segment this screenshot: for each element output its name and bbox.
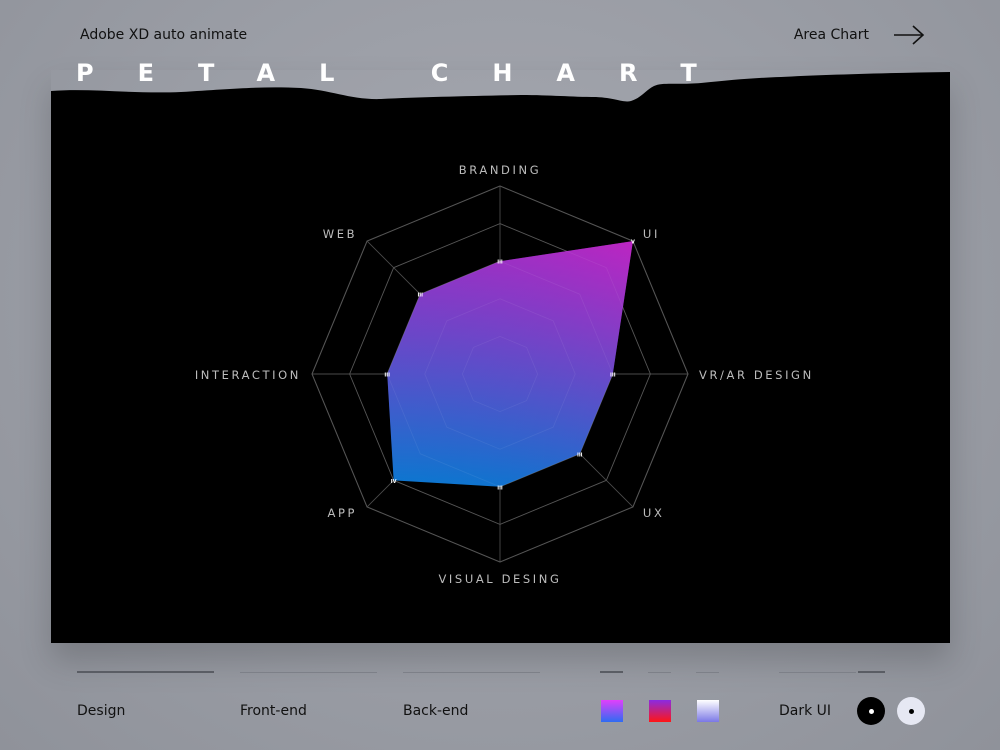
tab-back-end[interactable]: Back-end (403, 703, 468, 719)
axis-label-7: WEB (323, 227, 357, 241)
data-label-0: III (497, 260, 503, 266)
axis-label-1: UI (643, 227, 660, 241)
data-label-1: V (631, 240, 635, 246)
mode-indicator-dark (858, 671, 885, 673)
swatch-pink-blue[interactable] (601, 700, 623, 722)
dark-mode-toggle[interactable] (857, 697, 885, 725)
next-chart-link[interactable]: Area Chart (794, 24, 925, 46)
axis-label-5: APP (328, 506, 358, 520)
data-label-7: III (417, 293, 423, 299)
dark-mode-dot (868, 708, 874, 714)
footer-bar: Design Front-end Back-end Dark UI (0, 660, 1000, 750)
swatch-indicator-1 (600, 671, 623, 673)
data-label-6: III (384, 373, 390, 379)
swatch-indicator-3 (696, 672, 719, 673)
data-label-3: III (577, 452, 583, 458)
axis-label-3: UX (643, 506, 665, 520)
next-chart-label: Area Chart (793, 27, 869, 43)
axis-label-0: BRANDING (459, 163, 541, 177)
axis-label-6: INTERACTION (195, 368, 301, 382)
page-title: PETAL CHART (76, 59, 741, 87)
axis-label-2: VR/AR DESIGN (699, 368, 814, 382)
tab-indicator-frontend (240, 672, 377, 673)
data-label-2: III (610, 373, 616, 379)
data-label-4: III (497, 485, 503, 491)
tab-design[interactable]: Design (77, 703, 125, 719)
mode-indicator-light (779, 672, 856, 673)
light-mode-toggle[interactable] (897, 697, 925, 725)
chart-panel: III V III III III IV III III BRANDING UI VR/AR DE… (51, 70, 950, 643)
swatch-lavender[interactable] (697, 700, 719, 722)
swatch-indicator-2 (648, 672, 671, 673)
light-mode-dot (908, 708, 914, 714)
subtitle: Adobe XD auto animate (80, 27, 248, 43)
petal-chart: III V III III III IV III III BRANDING UI VR/AR DE… (51, 72, 950, 643)
arrow-right-icon (894, 25, 925, 45)
data-label-5: IV (391, 479, 397, 485)
axis-label-4: VISUAL DESING (438, 572, 561, 586)
swatch-red[interactable] (649, 700, 671, 722)
tab-indicator-design (77, 671, 214, 673)
tab-front-end[interactable]: Front-end (240, 703, 307, 719)
mode-label: Dark UI (779, 703, 832, 719)
tab-indicator-backend (403, 672, 540, 673)
